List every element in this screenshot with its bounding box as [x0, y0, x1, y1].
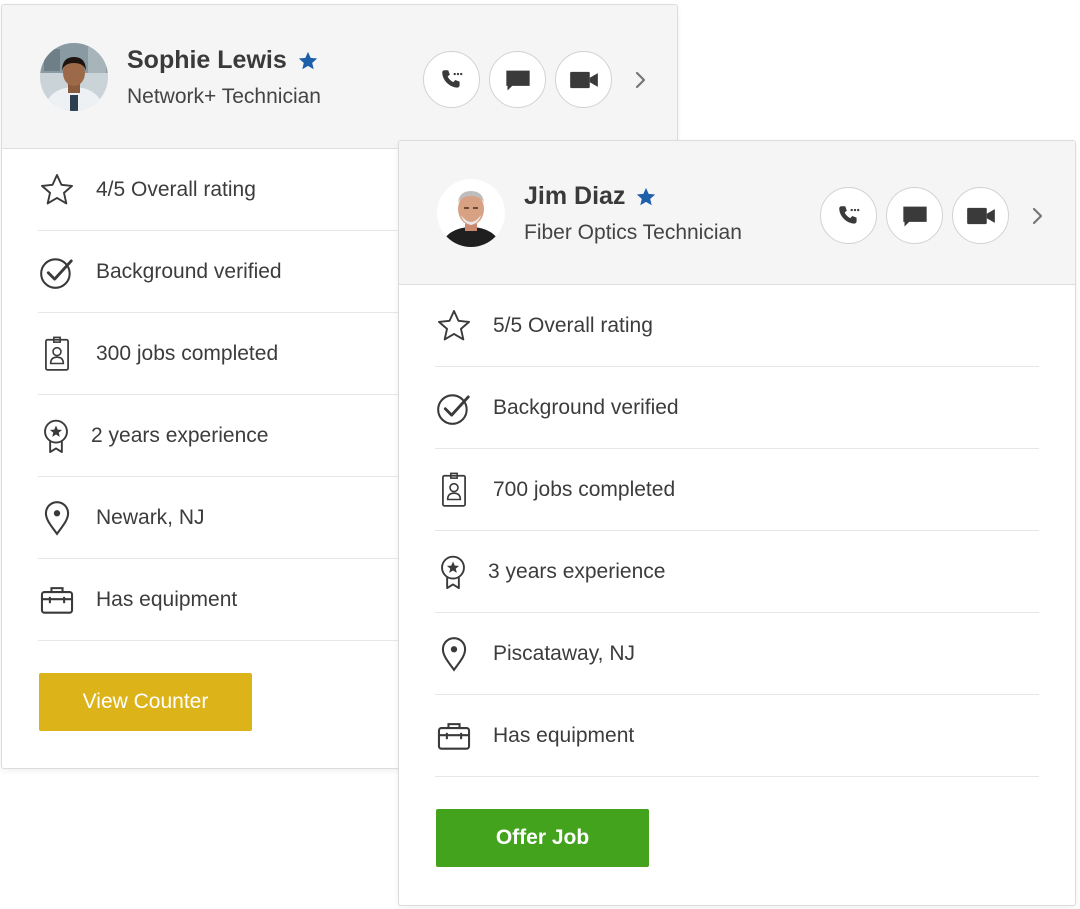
avatar[interactable] [437, 179, 505, 247]
contact-buttons [820, 187, 1045, 244]
id-badge-icon [38, 335, 78, 373]
location-text: Newark, NJ [96, 505, 205, 529]
video-icon [966, 207, 995, 224]
video-call-button[interactable] [952, 187, 1009, 244]
toolbox-icon [435, 717, 475, 755]
check-circle-icon [38, 253, 78, 291]
technician-title: Network+ Technician [127, 85, 321, 108]
technician-card-jim-diaz: Jim Diaz Fiber Optics Technician 5/5 Ove… [398, 140, 1076, 906]
medal-icon [38, 417, 78, 455]
video-call-button[interactable] [555, 51, 612, 108]
id-badge-icon [435, 471, 475, 509]
offer-job-button[interactable]: Offer Job [436, 809, 649, 867]
contact-buttons [423, 51, 648, 108]
view-counter-button[interactable]: View Counter [39, 673, 252, 731]
background-text: Background verified [493, 395, 679, 419]
medal-icon [435, 553, 475, 591]
message-icon [902, 206, 927, 226]
call-button[interactable] [423, 51, 480, 108]
location-text: Piscataway, NJ [493, 641, 635, 665]
phone-icon [838, 205, 859, 224]
technician-title: Fiber Optics Technician [524, 221, 742, 244]
phone-icon [441, 69, 462, 88]
message-button[interactable] [489, 51, 546, 108]
list-item: 3 years experience [435, 531, 1039, 613]
avatar-photo [40, 43, 108, 111]
list-item: Has equipment [435, 695, 1039, 777]
call-button[interactable] [820, 187, 877, 244]
location-pin-icon [435, 635, 475, 673]
list-item: 700 jobs completed [435, 449, 1039, 531]
check-circle-icon [435, 389, 475, 427]
jobs-completed-text: 700 jobs completed [493, 477, 676, 501]
jobs-completed-text: 300 jobs completed [96, 341, 279, 365]
equipment-text: Has equipment [96, 587, 238, 611]
star-outline-icon [38, 171, 78, 209]
rating-text: 4/5 Overall rating [96, 177, 256, 201]
experience-text: 3 years experience [488, 559, 666, 583]
card-header: Sophie Lewis Network+ Technician [2, 5, 677, 149]
background-text: Background verified [96, 259, 282, 283]
experience-text: 2 years experience [91, 423, 269, 447]
avatar-photo [437, 179, 505, 247]
technician-name: Jim Diaz [524, 182, 626, 210]
list-item: Background verified [435, 367, 1039, 449]
avatar[interactable] [40, 43, 108, 111]
list-item: 5/5 Overall rating [435, 285, 1039, 367]
message-icon [505, 70, 530, 90]
video-icon [569, 71, 598, 88]
star-filled-icon [635, 186, 657, 208]
chevron-right-icon[interactable] [1031, 205, 1045, 227]
location-pin-icon [38, 499, 78, 537]
toolbox-icon [38, 581, 78, 619]
rating-text: 5/5 Overall rating [493, 313, 653, 337]
chevron-right-icon[interactable] [634, 69, 648, 91]
equipment-text: Has equipment [493, 723, 635, 747]
detail-list: 5/5 Overall rating Background verified 7… [435, 285, 1039, 777]
star-outline-icon [435, 307, 475, 345]
list-item: Piscataway, NJ [435, 613, 1039, 695]
star-filled-icon [297, 50, 319, 72]
message-button[interactable] [886, 187, 943, 244]
technician-name: Sophie Lewis [127, 46, 287, 74]
card-header: Jim Diaz Fiber Optics Technician [399, 141, 1075, 285]
